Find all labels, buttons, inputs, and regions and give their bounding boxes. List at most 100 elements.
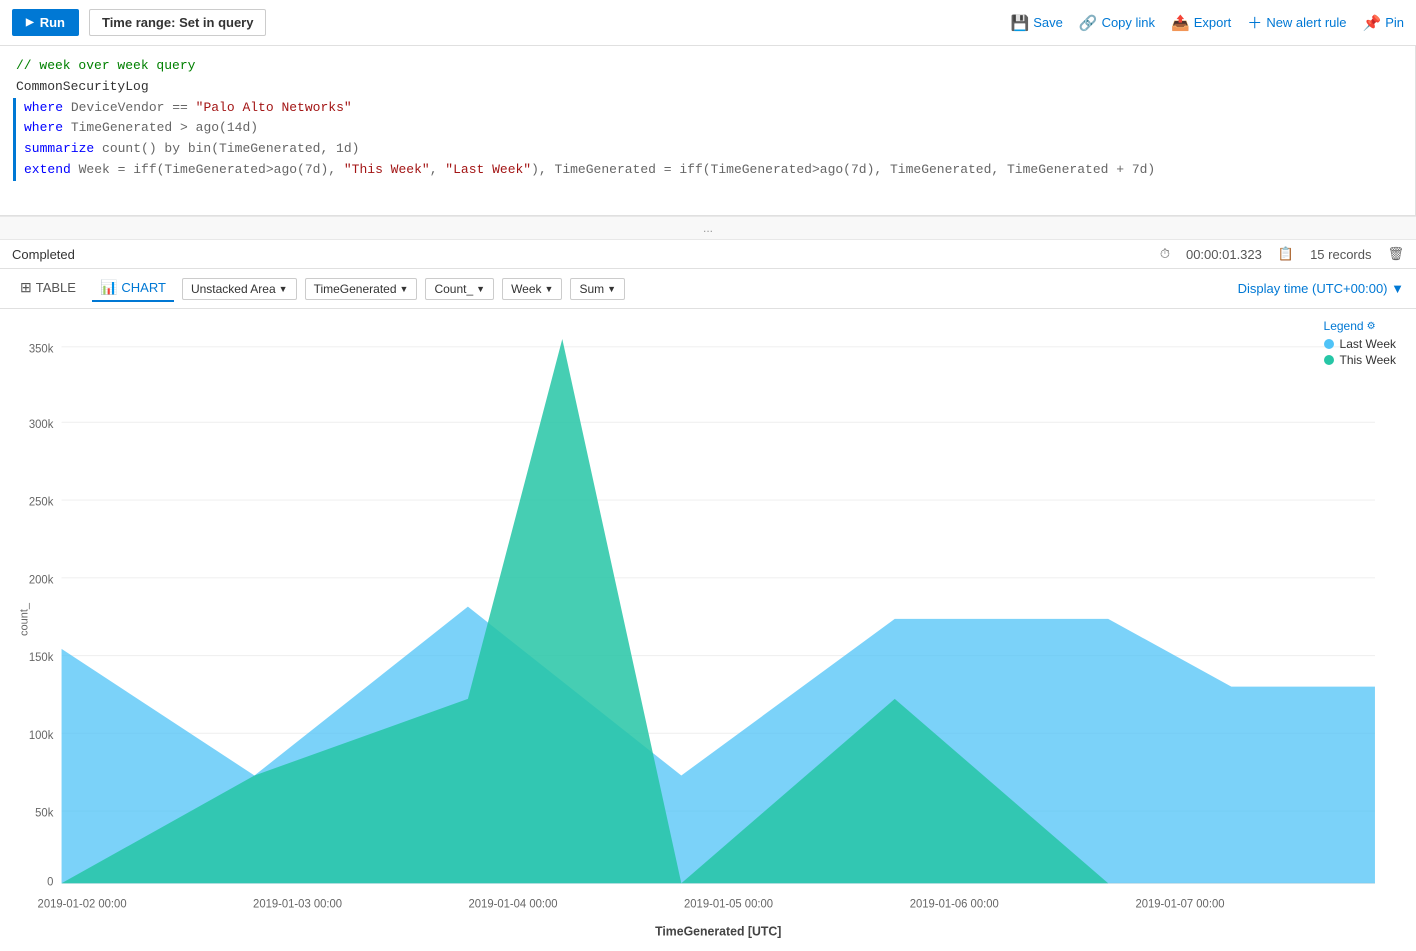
duration-value: 00:00:01.323 (1186, 247, 1262, 262)
display-time-button[interactable]: Display time (UTC+00:00) ▼ (1238, 281, 1404, 296)
chart-icon: 📊 (100, 279, 117, 296)
code-line-4: where TimeGenerated > ago(14d) (13, 118, 1400, 139)
chart-area: count_ Legend ⚙ Last Week This Week 350k… (0, 309, 1416, 951)
legend-title-text: Legend (1324, 319, 1364, 333)
aggregation-dropdown[interactable]: Sum ▼ (570, 278, 625, 300)
run-button[interactable]: ▶ Run (12, 9, 79, 36)
svg-text:50k: 50k (35, 806, 53, 820)
svg-text:2019-01-05 00:00: 2019-01-05 00:00 (684, 897, 773, 911)
save-button[interactable]: 💾 Save (1011, 14, 1063, 32)
svg-text:300k: 300k (29, 417, 54, 431)
chart-type-dropdown[interactable]: Unstacked Area ▼ (182, 278, 297, 300)
pin-button[interactable]: 📌 Pin (1363, 14, 1404, 32)
code-line-3: where DeviceVendor == "Palo Alto Network… (13, 98, 1400, 119)
time-range-button[interactable]: Time range: Set in query (89, 9, 267, 36)
legend-item-last-week: Last Week (1324, 337, 1396, 351)
svg-text:2019-01-04 00:00: 2019-01-04 00:00 (469, 897, 558, 911)
code-keyword-summarize: summarize (24, 141, 94, 156)
chevron-down-icon-6: ▼ (1391, 281, 1404, 296)
records-count: 15 records (1310, 247, 1371, 262)
new-alert-button[interactable]: ＋ New alert rule (1247, 12, 1346, 33)
toolbar-left: ▶ Run Time range: Set in query (12, 9, 266, 36)
time-range-prefix: Time range: (102, 15, 175, 30)
pin-label: Pin (1385, 15, 1404, 30)
legend-dot-this-week (1324, 355, 1334, 365)
y-axis-label: count_ (19, 603, 31, 636)
run-label: Run (40, 15, 65, 30)
chevron-down-icon: ▼ (279, 284, 288, 294)
legend-item-this-week: This Week (1324, 353, 1396, 367)
status-bar: Completed ⏱ 00:00:01.323 📋 15 records 🗑 (0, 240, 1416, 269)
legend: Legend ⚙ Last Week This Week (1324, 319, 1396, 369)
chart-toolbar-left: ⊞ TABLE 📊 CHART Unstacked Area ▼ TimeGen… (12, 275, 625, 302)
aggregation-value: Sum (579, 282, 604, 296)
code-line-5: summarize count() by bin(TimeGenerated, … (13, 139, 1400, 160)
svg-text:250k: 250k (29, 495, 54, 509)
trash-icon[interactable]: 🗑 (1387, 246, 1404, 262)
code-rest-4: TimeGenerated > ago(14d) (63, 120, 258, 135)
time-range-value: Set in query (179, 15, 253, 30)
svg-text:2019-01-07 00:00: 2019-01-07 00:00 (1135, 897, 1224, 911)
legend-settings-icon: ⚙ (1367, 321, 1376, 332)
svg-text:2019-01-03 00:00: 2019-01-03 00:00 (253, 897, 342, 911)
svg-text:100k: 100k (29, 728, 54, 742)
pin-icon: 📌 (1363, 14, 1382, 32)
split-dropdown[interactable]: Week ▼ (502, 278, 562, 300)
new-alert-label: New alert rule (1266, 15, 1346, 30)
code-end-6: ), TimeGenerated = iff(TimeGenerated>ago… (531, 162, 1155, 177)
legend-dot-last-week (1324, 339, 1334, 349)
copy-link-button[interactable]: 🔗 Copy link (1079, 14, 1155, 32)
chart-type-value: Unstacked Area (191, 282, 276, 296)
svg-text:2019-01-06 00:00: 2019-01-06 00:00 (910, 897, 999, 911)
code-line-1: // week over week query (16, 56, 1400, 77)
code-rest-5: count() by bin(TimeGenerated, 1d) (94, 141, 359, 156)
x-axis-value: TimeGenerated (314, 282, 397, 296)
main-toolbar: ▶ Run Time range: Set in query 💾 Save 🔗 … (0, 0, 1416, 46)
export-label: Export (1194, 15, 1232, 30)
clock-icon: ⏱ (1160, 246, 1170, 262)
resize-handle[interactable]: ... (0, 216, 1416, 240)
svg-text:0: 0 (47, 875, 54, 889)
code-content: // week over week query CommonSecurityLo… (0, 56, 1416, 181)
y-axis-dropdown[interactable]: Count_ ▼ (425, 278, 494, 300)
chart-label: CHART (121, 280, 166, 295)
chevron-down-icon-5: ▼ (607, 284, 616, 294)
plus-icon: ＋ (1247, 12, 1262, 33)
legend-last-week-label: Last Week (1340, 337, 1396, 351)
code-mid-6: , (430, 162, 446, 177)
chart-svg: 350k 300k 250k 200k 150k 100k 50k 0 2019… (0, 319, 1416, 941)
svg-text:2019-01-02 00:00: 2019-01-02 00:00 (38, 897, 127, 911)
table-icon: ⊞ (20, 279, 32, 296)
table-label: TABLE (36, 280, 76, 295)
display-time-label: Display time (UTC+00:00) (1238, 281, 1388, 296)
tab-chart[interactable]: 📊 CHART (92, 275, 174, 302)
records-icon: 📋 (1278, 246, 1294, 262)
split-value: Week (511, 282, 541, 296)
chart-toolbar: ⊞ TABLE 📊 CHART Unstacked Area ▼ TimeGen… (0, 269, 1416, 309)
legend-title[interactable]: Legend ⚙ (1324, 319, 1396, 333)
export-button[interactable]: 📤 Export (1171, 14, 1231, 32)
completed-status: Completed (12, 247, 75, 262)
code-line-6: extend Week = iff(TimeGenerated>ago(7d),… (13, 160, 1400, 181)
status-right: ⏱ 00:00:01.323 📋 15 records 🗑 (1160, 246, 1404, 262)
code-line-2: CommonSecurityLog (16, 77, 1400, 98)
resize-dots: ... (703, 221, 713, 235)
chevron-down-icon-4: ▼ (545, 284, 554, 294)
chevron-down-icon-3: ▼ (476, 284, 485, 294)
tab-table[interactable]: ⊞ TABLE (12, 275, 84, 302)
code-editor[interactable]: // week over week query CommonSecurityLo… (0, 46, 1416, 216)
toolbar-right: 💾 Save 🔗 Copy link 📤 Export ＋ New alert … (1011, 12, 1404, 33)
export-icon: 📤 (1171, 14, 1190, 32)
play-icon: ▶ (26, 17, 34, 28)
status-left: Completed (12, 247, 75, 262)
code-rest-3: DeviceVendor == (63, 100, 196, 115)
save-icon: 💾 (1011, 14, 1030, 32)
code-keyword-extend: extend (24, 162, 71, 177)
code-keyword-where2: where (24, 120, 63, 135)
code-string-1: "Palo Alto Networks" (196, 100, 352, 115)
link-icon: 🔗 (1079, 14, 1098, 32)
svg-text:350k: 350k (29, 342, 54, 356)
x-axis-dropdown[interactable]: TimeGenerated ▼ (305, 278, 418, 300)
save-label: Save (1033, 15, 1063, 30)
copy-link-label: Copy link (1102, 15, 1155, 30)
